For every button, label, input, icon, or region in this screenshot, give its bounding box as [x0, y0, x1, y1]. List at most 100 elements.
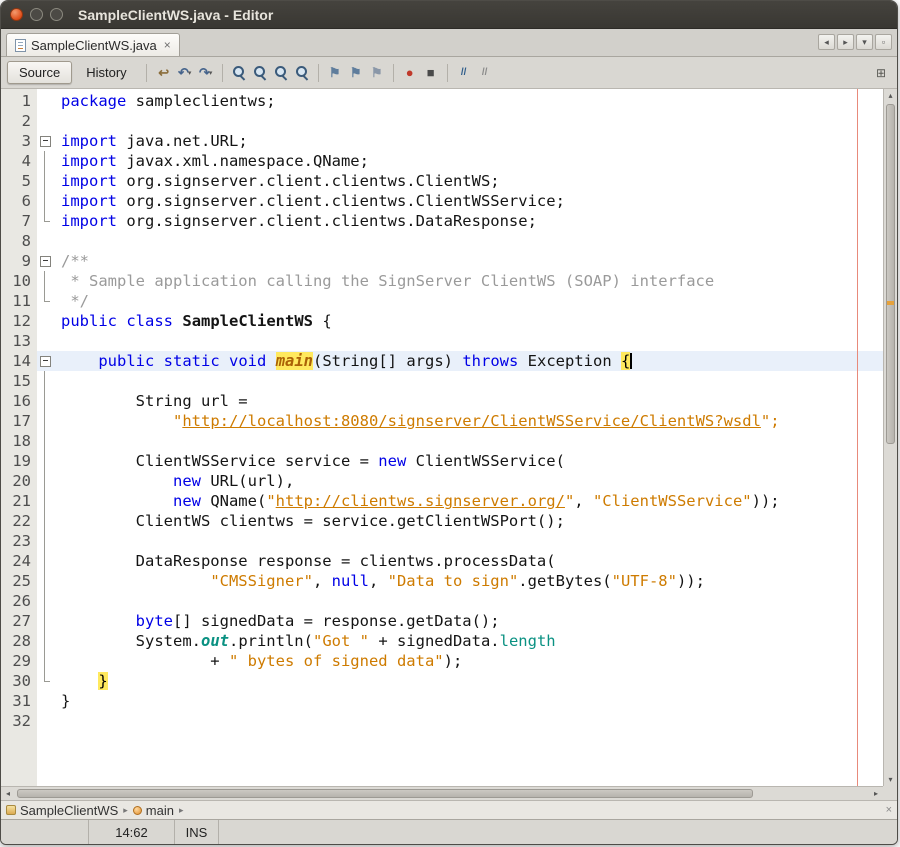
horizontal-scroll-thumb[interactable]: [17, 789, 753, 798]
code-line[interactable]: 18: [1, 431, 883, 451]
code-text[interactable]: * Sample application calling the SignSer…: [53, 271, 883, 291]
code-text[interactable]: public static void main(String[] args) t…: [53, 351, 883, 371]
fold-toggle-icon[interactable]: [37, 251, 53, 271]
code-line[interactable]: 30 }: [1, 671, 883, 691]
horizontal-scrollbar[interactable]: ◂ ▸: [1, 786, 883, 800]
source-button[interactable]: Source: [7, 61, 72, 84]
scroll-right-icon[interactable]: ▸: [869, 787, 883, 800]
minimize-button[interactable]: [30, 8, 43, 21]
code-text[interactable]: new QName("http://clientws.signserver.or…: [53, 491, 883, 511]
code-text[interactable]: [53, 711, 883, 731]
toolbar-options-icon[interactable]: ⊞: [871, 63, 891, 82]
code-text[interactable]: System.out.println("Got " + signedData.l…: [53, 631, 883, 651]
code-line[interactable]: 1package sampleclientws;: [1, 91, 883, 111]
code-line[interactable]: 31}: [1, 691, 883, 711]
code-text[interactable]: String url =: [53, 391, 883, 411]
code-line[interactable]: 25 "CMSSigner", null, "Data to sign".get…: [1, 571, 883, 591]
scroll-down-icon[interactable]: ▾: [884, 773, 897, 786]
forward-icon[interactable]: ↷▾: [196, 63, 216, 82]
fold-toggle-icon[interactable]: [37, 351, 53, 371]
find-previous-occurrence-icon[interactable]: [271, 63, 291, 82]
code-text[interactable]: import java.net.URL;: [53, 131, 883, 151]
code-text[interactable]: [53, 231, 883, 251]
last-edited-icon[interactable]: ↩: [154, 63, 174, 82]
code-line[interactable]: 24 DataResponse response = clientws.proc…: [1, 551, 883, 571]
code-text[interactable]: import javax.xml.namespace.QName;: [53, 151, 883, 171]
start-macro-recording-icon[interactable]: ●: [400, 63, 420, 82]
code-line[interactable]: 11 */: [1, 291, 883, 311]
code-text[interactable]: "http://localhost:8080/signserver/Client…: [53, 411, 883, 431]
code-text[interactable]: [53, 331, 883, 351]
code-text[interactable]: }: [53, 691, 883, 711]
maximize-button[interactable]: [50, 8, 63, 21]
code-line[interactable]: 20 new URL(url),: [1, 471, 883, 491]
code-text[interactable]: + " bytes of signed data");: [53, 651, 883, 671]
code-line[interactable]: 19 ClientWSService service = new ClientW…: [1, 451, 883, 471]
code-area[interactable]: 1package sampleclientws;23import java.ne…: [1, 89, 883, 786]
code-text[interactable]: [53, 111, 883, 131]
next-bookmark-icon[interactable]: ⚑: [346, 63, 366, 82]
find-next-occurrence-icon[interactable]: [250, 63, 270, 82]
code-text[interactable]: byte[] signedData = response.getData();: [53, 611, 883, 631]
code-line[interactable]: 5import org.signserver.client.clientws.C…: [1, 171, 883, 191]
code-line[interactable]: 12public class SampleClientWS {: [1, 311, 883, 331]
code-line[interactable]: 28 System.out.println("Got " + signedDat…: [1, 631, 883, 651]
code-text[interactable]: ClientWS clientws = service.getClientWSP…: [53, 511, 883, 531]
code-line[interactable]: 14 public static void main(String[] args…: [1, 351, 883, 371]
breadcrumb-item-main[interactable]: main: [133, 803, 174, 818]
toggle-bookmark-icon[interactable]: ⚑: [367, 63, 387, 82]
code-line[interactable]: 23: [1, 531, 883, 551]
code-line[interactable]: 8: [1, 231, 883, 251]
uncomment-icon[interactable]: //: [475, 63, 495, 82]
code-text[interactable]: package sampleclientws;: [53, 91, 883, 111]
insert-mode-toggle[interactable]: INS: [175, 820, 219, 844]
code-line[interactable]: 9/**: [1, 251, 883, 271]
back-icon[interactable]: ↶▾: [175, 63, 195, 82]
code-line[interactable]: 15: [1, 371, 883, 391]
vertical-scrollbar[interactable]: ▴ ▾: [883, 89, 897, 786]
previous-bookmark-icon[interactable]: ⚑: [325, 63, 345, 82]
close-button[interactable]: [10, 8, 23, 21]
code-text[interactable]: import org.signserver.client.clientws.Cl…: [53, 171, 883, 191]
code-line[interactable]: 22 ClientWS clientws = service.getClient…: [1, 511, 883, 531]
code-line[interactable]: 10 * Sample application calling the Sign…: [1, 271, 883, 291]
code-line[interactable]: 27 byte[] signedData = response.getData(…: [1, 611, 883, 631]
history-button[interactable]: History: [74, 61, 138, 84]
code-line[interactable]: 2: [1, 111, 883, 131]
code-line[interactable]: 21 new QName("http://clientws.signserver…: [1, 491, 883, 511]
code-text[interactable]: /**: [53, 251, 883, 271]
code-line[interactable]: 16 String url =: [1, 391, 883, 411]
vertical-scroll-thumb[interactable]: [886, 104, 895, 444]
stop-macro-recording-icon[interactable]: ■: [421, 63, 441, 82]
code-line[interactable]: 3import java.net.URL;: [1, 131, 883, 151]
code-text[interactable]: new URL(url),: [53, 471, 883, 491]
code-line[interactable]: 29 + " bytes of signed data");: [1, 651, 883, 671]
tab-close-icon[interactable]: ×: [164, 38, 171, 52]
titlebar[interactable]: SampleClientWS.java - Editor: [1, 1, 897, 29]
code-text[interactable]: DataResponse response = clientws.process…: [53, 551, 883, 571]
comment-icon[interactable]: //: [454, 63, 474, 82]
toggle-search-highlight-icon[interactable]: [292, 63, 312, 82]
code-line[interactable]: 26: [1, 591, 883, 611]
code-text[interactable]: import org.signserver.client.clientws.Da…: [53, 211, 883, 231]
breadcrumb-close-icon[interactable]: ×: [886, 804, 892, 816]
breadcrumb-item-sampleclientws[interactable]: SampleClientWS: [6, 803, 118, 818]
code-text[interactable]: public class SampleClientWS {: [53, 311, 883, 331]
find-selection-icon[interactable]: [229, 63, 249, 82]
code-text[interactable]: [53, 591, 883, 611]
code-line[interactable]: 13: [1, 331, 883, 351]
tab-maximize-icon[interactable]: ▫: [875, 34, 892, 50]
tab-scroll-right-icon[interactable]: ▸: [837, 34, 854, 50]
tab-sampleclientws[interactable]: SampleClientWS.java ×: [6, 33, 180, 56]
code-line[interactable]: 32: [1, 711, 883, 731]
scroll-up-icon[interactable]: ▴: [884, 89, 897, 102]
code-text[interactable]: */: [53, 291, 883, 311]
code-text[interactable]: [53, 531, 883, 551]
code-text[interactable]: [53, 371, 883, 391]
code-line[interactable]: 4import javax.xml.namespace.QName;: [1, 151, 883, 171]
code-line[interactable]: 7import org.signserver.client.clientws.D…: [1, 211, 883, 231]
code-line[interactable]: 17 "http://localhost:8080/signserver/Cli…: [1, 411, 883, 431]
code-text[interactable]: [53, 431, 883, 451]
code-text[interactable]: ClientWSService service = new ClientWSSe…: [53, 451, 883, 471]
code-text[interactable]: import org.signserver.client.clientws.Cl…: [53, 191, 883, 211]
